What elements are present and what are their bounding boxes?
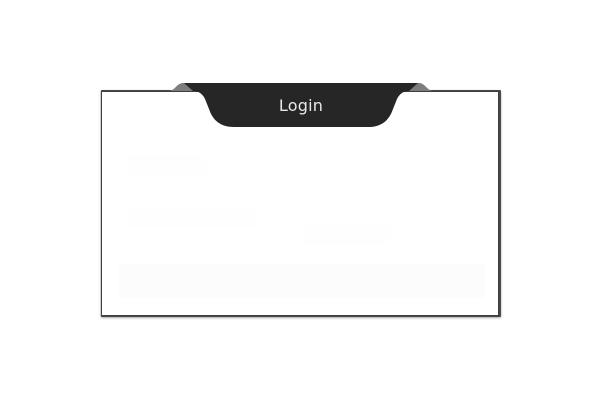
login-title: Login (278, 95, 324, 115)
login-page: Login (0, 0, 600, 400)
secondary-field-placeholder[interactable] (302, 225, 390, 245)
username-field-placeholder[interactable] (126, 155, 206, 175)
login-button-placeholder[interactable] (119, 264, 485, 298)
password-field-placeholder[interactable] (128, 207, 258, 227)
